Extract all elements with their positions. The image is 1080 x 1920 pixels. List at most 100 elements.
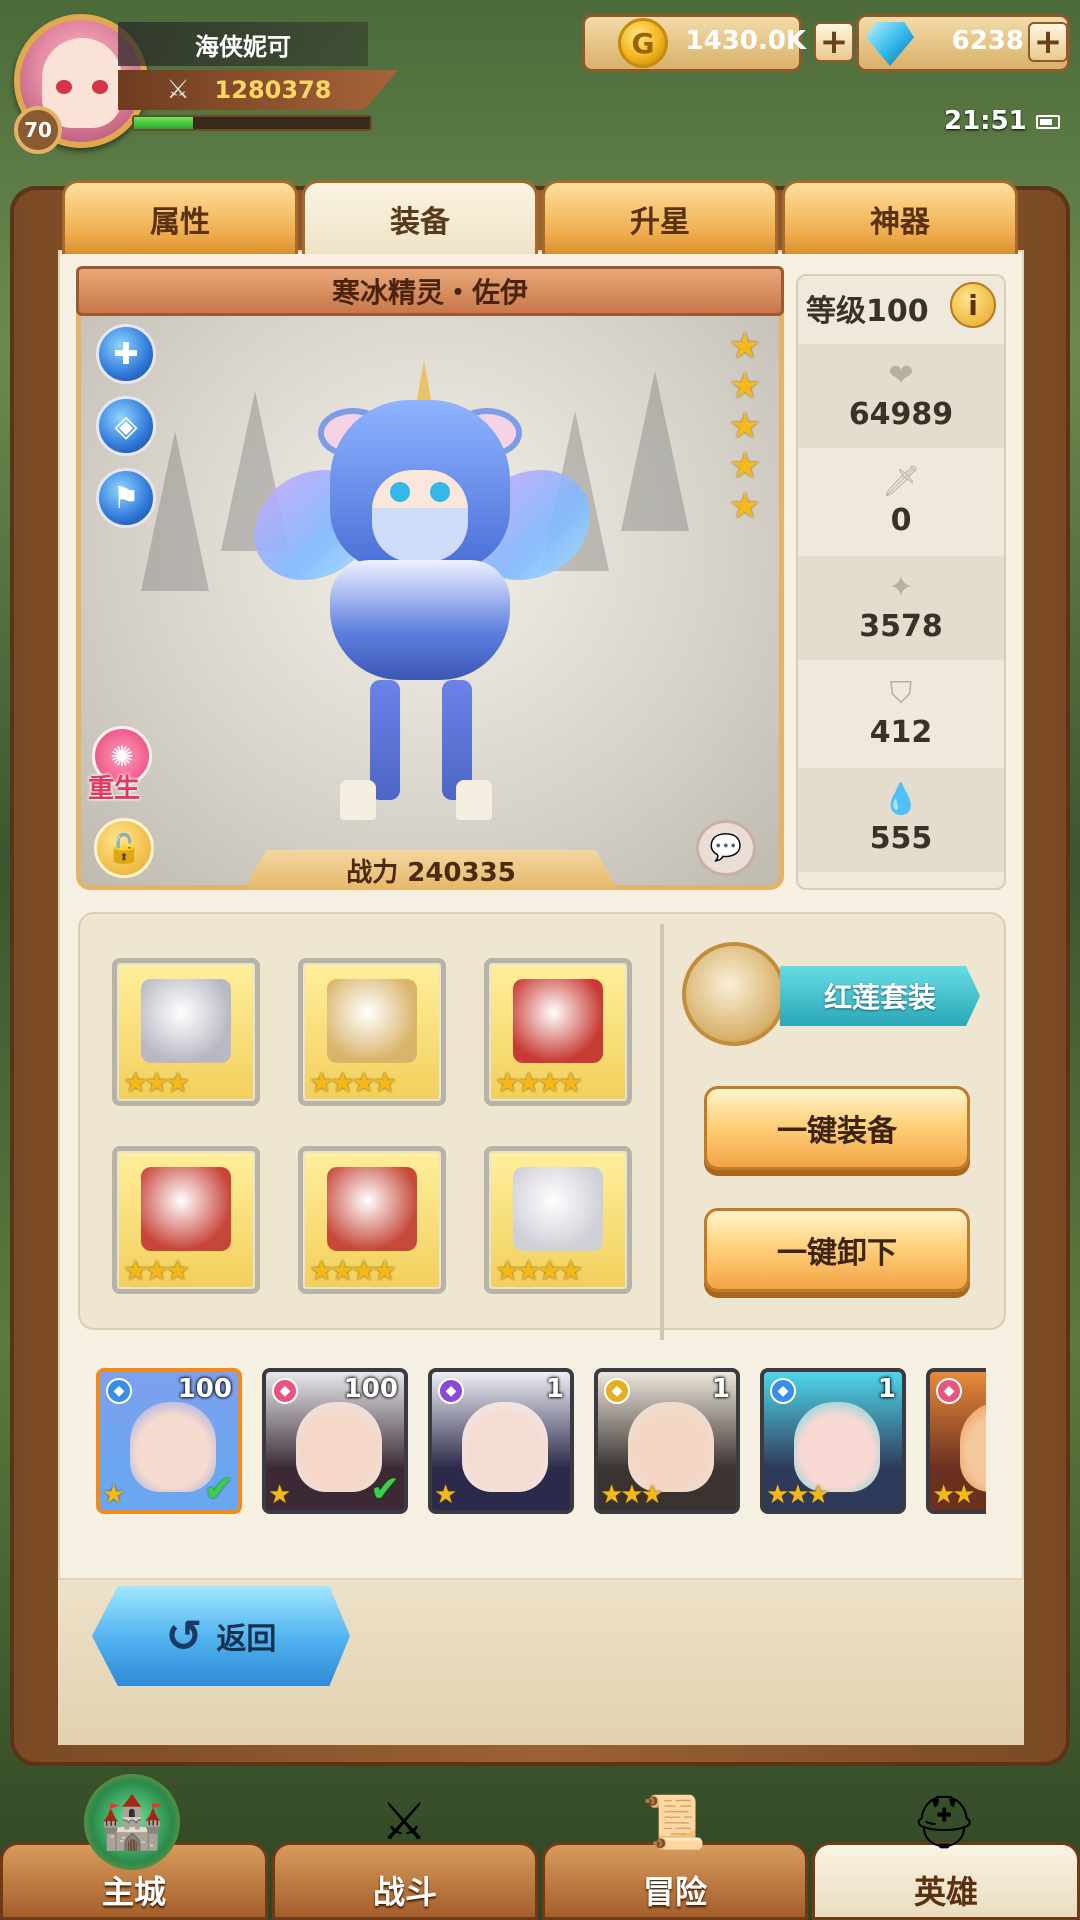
back-button[interactable]: ↺ 返回 xyxy=(92,1586,350,1686)
roster-hero-card[interactable]: ◆ ★★ xyxy=(926,1368,986,1514)
castle-icon: 🏰 xyxy=(84,1774,180,1870)
hero-avatar xyxy=(628,1402,714,1492)
roster-hero-card[interactable]: ◆ 1 ★★★ xyxy=(594,1368,740,1514)
helmet-icon xyxy=(141,979,231,1063)
stat-attack-value: 0 xyxy=(890,502,912,538)
hero-card-stars: ★ xyxy=(268,1480,291,1510)
equip-stars: ★★★★ xyxy=(495,1066,583,1099)
stat-magic-value: 3578 xyxy=(859,608,943,644)
armor-icon xyxy=(513,979,603,1063)
add-gems-button[interactable]: + xyxy=(1028,22,1068,62)
element-rune-icon[interactable]: ◈ xyxy=(96,396,156,456)
class-cross-icon[interactable]: ✚ xyxy=(96,324,156,384)
hero-star-icon: ★ xyxy=(728,326,762,367)
sword-icon: 🗡 xyxy=(881,463,921,499)
stat-defense: ⛉ 412 xyxy=(798,662,1004,766)
nav-label: 战斗 xyxy=(372,1873,437,1911)
set-name[interactable]: 红莲套装 xyxy=(780,966,980,1026)
tab-equipment[interactable]: 装备 xyxy=(302,180,538,254)
rebirth-label[interactable]: 重生 xyxy=(88,768,140,805)
hero-eye-left xyxy=(390,482,410,502)
checkmark-icon: ✔ xyxy=(369,1469,400,1510)
add-gold-button[interactable]: + xyxy=(814,22,854,62)
hero-name: 寒冰精灵・佐伊 xyxy=(76,266,784,316)
drop-icon: 💧 xyxy=(882,781,920,817)
scroll-icon: 📜 xyxy=(641,1792,707,1853)
tab-attributes[interactable]: 属性 xyxy=(62,180,298,254)
gloves-icon xyxy=(141,1167,231,1251)
panel-divider xyxy=(660,924,664,1340)
accessory-icon xyxy=(513,1167,603,1251)
swords-icon: ⚔ xyxy=(380,1792,428,1852)
stat-magic: ✦ 3578 xyxy=(798,556,1004,660)
hero-star-icon: ★ xyxy=(728,446,762,487)
hero-card-level: 1 xyxy=(711,1374,730,1404)
equip-slot-armor[interactable]: ★★★★ xyxy=(484,958,632,1106)
element-icon: ◆ xyxy=(272,1378,298,1404)
hero-combat-power: 战力 240335 xyxy=(244,850,618,890)
hero-boot-left xyxy=(340,780,376,820)
equip-stars: ★★★ xyxy=(123,1254,190,1287)
stat-hp: ❤ 64989 xyxy=(798,344,1004,448)
stat-defense-value: 412 xyxy=(869,714,933,750)
element-icon: ◆ xyxy=(438,1378,464,1404)
hero-card-stars: ★ xyxy=(102,1480,125,1510)
role-flag-icon[interactable]: ⚑ xyxy=(96,468,156,528)
magic-icon: ✦ xyxy=(888,569,914,605)
chat-bubble-icon[interactable]: 💬 xyxy=(696,820,756,876)
nav-label: 主城 xyxy=(101,1873,166,1911)
equip-stars: ★★★★ xyxy=(495,1254,583,1287)
gem-value: 6238 xyxy=(951,26,1024,56)
hero-card-level: 100 xyxy=(343,1374,398,1404)
info-icon[interactable]: i xyxy=(950,282,996,328)
avatar-eye-right xyxy=(92,80,108,94)
equip-stars: ★★★ xyxy=(123,1066,190,1099)
helmet-icon: ⛑ xyxy=(910,1792,977,1853)
hero-avatar xyxy=(960,1402,986,1492)
stat-hp-value: 64989 xyxy=(848,396,954,432)
hero-card-stars: ★★ xyxy=(932,1480,976,1510)
equip-slot-accessory[interactable]: ★★★★ xyxy=(484,1146,632,1294)
hero-star-icon: ★ xyxy=(728,486,762,527)
hero-leg-left xyxy=(370,680,400,800)
gold-value: 1430.0K xyxy=(685,26,806,56)
hero-level: 等级100 xyxy=(806,294,929,329)
equip-slot-weapon[interactable]: ★★★★ xyxy=(298,958,446,1106)
hero-avatar xyxy=(462,1402,548,1492)
stat-resist-value: 555 xyxy=(869,820,933,856)
hero-card-stars: ★★★ xyxy=(600,1480,664,1510)
equip-slot-boots[interactable]: ★★★★ xyxy=(298,1146,446,1294)
roster-hero-card[interactable]: ◆ 1 ★ xyxy=(428,1368,574,1514)
back-label: 返回 xyxy=(216,1622,277,1657)
hero-card-level: 1 xyxy=(877,1374,896,1404)
equip-all-button[interactable]: 一键装备 xyxy=(704,1086,970,1170)
background-tree xyxy=(621,371,689,531)
nav-label: 冒险 xyxy=(642,1873,707,1911)
hero-card-stars: ★★★ xyxy=(766,1480,830,1510)
player-name: 海侠妮可 xyxy=(118,22,368,66)
exp-bar-fill xyxy=(134,117,193,129)
hero-star-icon: ★ xyxy=(728,406,762,447)
element-icon: ◆ xyxy=(604,1378,630,1404)
roster-hero-card[interactable]: ◆ 1 ★★★ xyxy=(760,1368,906,1514)
hero-avatar xyxy=(794,1402,880,1492)
crossed-swords-icon: ⚔ xyxy=(166,75,190,105)
hero-roster[interactable]: ◆ 100 ★ ✔ ◆ 100 ★ ✔ ◆ 1 ★ ◆ 1 ★★★ ◆ 1 ★★★ ◆ ★★ xyxy=(96,1368,986,1518)
exp-bar xyxy=(132,115,372,131)
tab-star-up[interactable]: 升星 xyxy=(542,180,778,254)
set-helmet-icon[interactable] xyxy=(682,942,786,1046)
avatar-eye-left xyxy=(56,80,72,94)
equip-slot-gloves[interactable]: ★★★ xyxy=(112,1146,260,1294)
battery-icon xyxy=(1036,115,1060,129)
hero-body xyxy=(330,560,510,680)
tab-artifact[interactable]: 神器 xyxy=(782,180,1018,254)
unlock-icon[interactable]: 🔓 xyxy=(94,818,154,878)
hero-card-stars: ★ xyxy=(434,1480,457,1510)
roster-hero-card[interactable]: ◆ 100 ★ ✔ xyxy=(262,1368,408,1514)
unequip-all-button[interactable]: 一键卸下 xyxy=(704,1208,970,1292)
checkmark-icon: ✔ xyxy=(203,1469,234,1510)
equip-slot-helmet[interactable]: ★★★ xyxy=(112,958,260,1106)
roster-hero-card[interactable]: ◆ 100 ★ ✔ xyxy=(96,1368,242,1514)
element-icon: ◆ xyxy=(936,1378,962,1404)
shield-icon: ⛉ xyxy=(889,675,913,711)
